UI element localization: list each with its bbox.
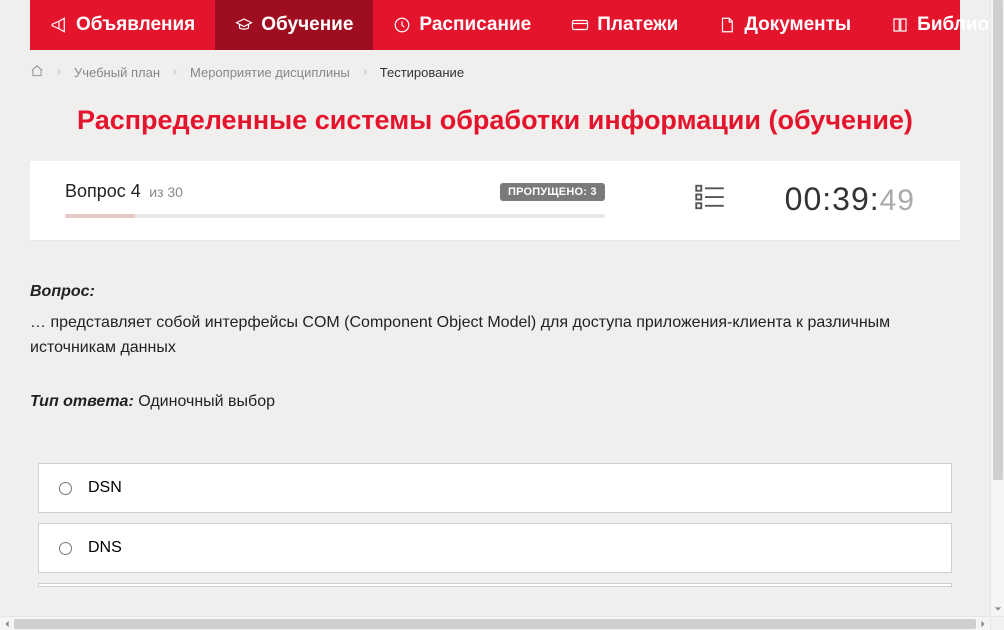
timer-main: 00:39: bbox=[785, 181, 880, 217]
radio-input[interactable] bbox=[59, 542, 72, 555]
nav-item-learning[interactable]: Обучение bbox=[215, 0, 373, 50]
progress-bar bbox=[65, 214, 605, 218]
breadcrumb-link-plan[interactable]: Учебный план bbox=[74, 65, 160, 80]
answer-option[interactable]: DSN bbox=[38, 463, 952, 513]
horizontal-scrollbar[interactable] bbox=[0, 616, 990, 630]
nav-item-payments[interactable]: Платежи bbox=[551, 0, 698, 50]
radio-input[interactable] bbox=[59, 482, 72, 495]
nav-label: Документы bbox=[744, 14, 851, 36]
vertical-scrollbar[interactable] bbox=[990, 0, 1004, 616]
timer-sub: 49 bbox=[880, 184, 915, 217]
scroll-down-arrow[interactable] bbox=[991, 602, 1004, 616]
answer-options: DSN DNS bbox=[38, 463, 952, 587]
answer-type: Одиночный выбор bbox=[138, 393, 275, 410]
chevron-right-icon bbox=[54, 65, 64, 80]
megaphone-icon bbox=[50, 16, 68, 34]
answer-option[interactable]: DNS bbox=[38, 523, 952, 573]
scroll-thumb[interactable] bbox=[993, 0, 1003, 480]
credit-card-icon bbox=[571, 16, 589, 34]
nav-label: Расписание bbox=[419, 14, 531, 36]
breadcrumb-link-event[interactable]: Мероприятие дисциплины bbox=[190, 65, 350, 80]
scroll-thumb[interactable] bbox=[14, 619, 976, 629]
nav-label: Объявления bbox=[76, 14, 195, 36]
answer-option-partial[interactable] bbox=[38, 583, 952, 587]
scroll-corner bbox=[990, 616, 1004, 630]
option-label: DSN bbox=[88, 479, 122, 497]
clock-icon bbox=[393, 16, 411, 34]
question-text: … представляет собой интерфейсы COM (Com… bbox=[30, 311, 960, 361]
graduation-cap-icon bbox=[235, 16, 253, 34]
book-icon bbox=[891, 16, 909, 34]
chevron-right-icon bbox=[360, 65, 370, 80]
question-number: Вопрос 4 bbox=[65, 181, 141, 201]
skipped-badge: ПРОПУЩЕНО: 3 bbox=[500, 183, 605, 201]
nav-label: Библиотека bbox=[917, 14, 990, 36]
nav-item-library[interactable]: Библиотека bbox=[871, 0, 990, 50]
answer-type-label: Тип ответа: bbox=[30, 393, 134, 410]
timer: 00:39:49 bbox=[785, 181, 915, 218]
nav-item-announcements[interactable]: Объявления bbox=[30, 0, 215, 50]
chevron-right-icon bbox=[170, 65, 180, 80]
nav-label: Платежи bbox=[597, 14, 678, 36]
breadcrumb: Учебный план Мероприятие дисциплины Тест… bbox=[30, 50, 960, 95]
main-nav: Объявления Обучение Расписание Платежи bbox=[30, 0, 960, 50]
breadcrumb-current: Тестирование bbox=[380, 65, 464, 80]
nav-label: Обучение bbox=[261, 14, 353, 36]
question-total: из 30 bbox=[149, 184, 183, 200]
document-icon bbox=[718, 16, 736, 34]
question-label: Вопрос: bbox=[30, 283, 95, 300]
scroll-left-arrow[interactable] bbox=[0, 617, 14, 630]
option-label: DNS bbox=[88, 539, 122, 557]
status-card: Вопрос 4 из 30 ПРОПУЩЕНО: 3 bbox=[30, 161, 960, 240]
question-list-icon[interactable] bbox=[695, 184, 725, 215]
scroll-right-arrow[interactable] bbox=[976, 617, 990, 630]
home-icon[interactable] bbox=[30, 64, 44, 81]
page-title: Распределенные системы обработки информа… bbox=[30, 105, 960, 136]
nav-item-schedule[interactable]: Расписание bbox=[373, 0, 551, 50]
nav-item-documents[interactable]: Документы bbox=[698, 0, 871, 50]
